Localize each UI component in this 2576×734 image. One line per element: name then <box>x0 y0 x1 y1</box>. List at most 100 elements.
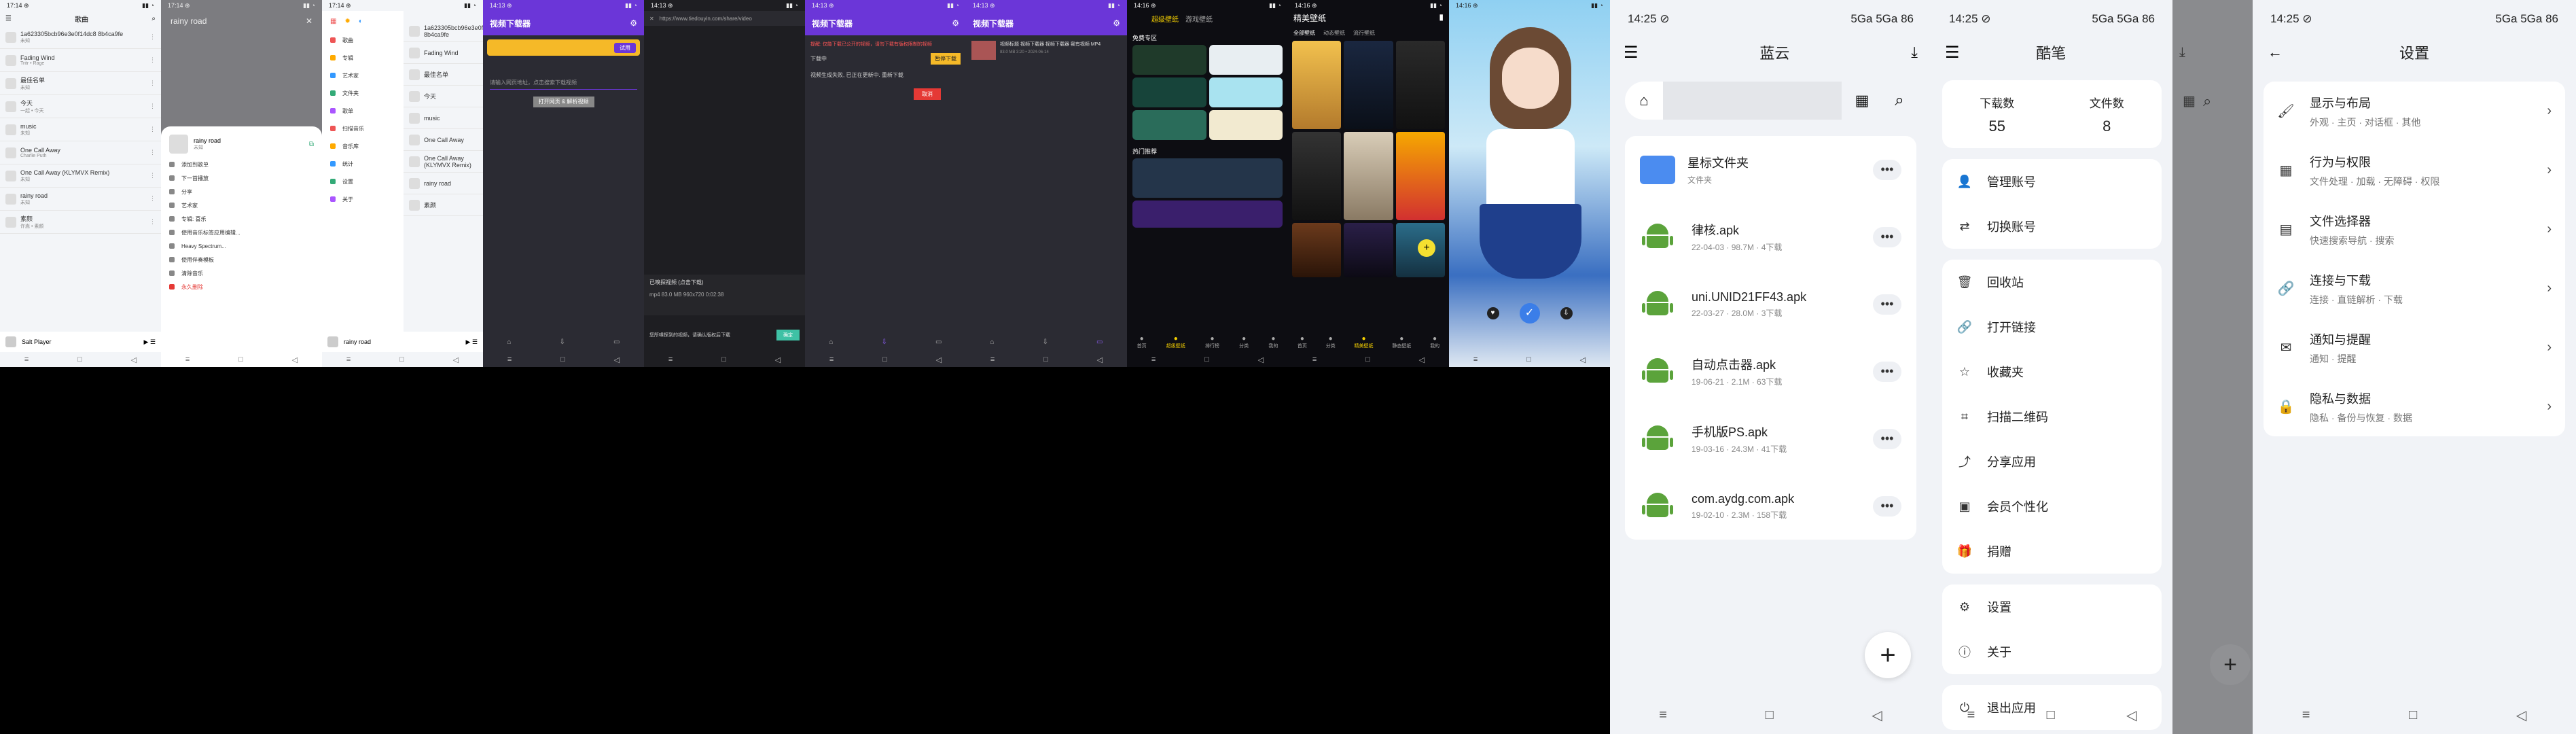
action-item[interactable]: 下一首播放 <box>161 171 322 185</box>
recents-icon[interactable]: ≡ <box>1151 355 1156 364</box>
song-row[interactable]: 1a623305bcb96e3e0f14dc8 8b4ca9fe 未知 ⋮ <box>0 26 161 49</box>
more-icon[interactable]: ⋮ <box>149 218 156 226</box>
action-item[interactable]: Heavy Spectrum... <box>161 239 322 253</box>
drawer-item[interactable]: ⚙ 设置 <box>1942 584 2162 629</box>
song-row[interactable]: Fading Wind <box>404 42 483 64</box>
home-icon[interactable]: □ <box>1526 355 1531 364</box>
home-tab-icon[interactable]: ⌂ <box>507 338 512 346</box>
drawer-item[interactable]: 🔗 打开链接 <box>1942 304 2162 349</box>
song-row[interactable]: 今天 一起 • 今天 ⋮ <box>0 95 161 118</box>
more-icon[interactable]: ••• <box>1873 361 1901 382</box>
recents-icon[interactable]: ≡ <box>346 355 351 364</box>
home-path-icon[interactable]: ⌂ <box>1625 82 1663 120</box>
action-item[interactable]: 清除音乐 <box>161 266 322 280</box>
menu-icon[interactable]: ☰ <box>1945 43 1960 63</box>
recents-icon[interactable]: ≡ <box>668 355 673 364</box>
star-icon[interactable]: ✹ <box>344 18 350 25</box>
home-icon[interactable]: □ <box>1043 355 1048 364</box>
wallpaper-tile[interactable] <box>1292 41 1342 129</box>
gear-icon[interactable]: ⚙ <box>1113 18 1120 28</box>
drawer-item[interactable]: 歌曲 <box>322 31 404 49</box>
song-row[interactable]: 1a623305bcb96e3e0f 8b4ca9fe <box>404 20 483 42</box>
drawer-item[interactable]: 歌单 <box>322 102 404 120</box>
search-icon[interactable]: ⌕ <box>2203 92 2211 110</box>
file-row[interactable]: com.aydg.com.apk 19-02-10 · 2.3M · 158下载 •… <box>1625 472 1916 540</box>
home-icon[interactable]: □ <box>2409 707 2417 723</box>
home-icon[interactable]: □ <box>1766 707 1774 723</box>
settings-item[interactable]: 🔗 连接与下载 连接 · 直链解析 · 下载 › <box>2264 259 2565 318</box>
song-row[interactable]: rainy road <box>404 173 483 194</box>
file-row[interactable]: 自动点击器.apk 19-06-21 · 2.1M · 63下载 ••• <box>1625 338 1916 405</box>
url-input[interactable]: 请输入网页地址，点击搜索下载视频 <box>490 76 637 90</box>
parse-button[interactable]: 打开网页 & 解析视频 <box>533 97 594 107</box>
song-row[interactable]: 今天 <box>404 86 483 107</box>
promo-banner[interactable]: 试用 <box>487 39 640 56</box>
nav-tab[interactable]: ● 精美壁纸 <box>1354 335 1373 349</box>
sniff-item[interactable]: mp4 83.0 MB 960x720 0:02:38 <box>649 292 800 298</box>
grid-view-icon[interactable]: ▦ <box>1842 82 1882 120</box>
home-icon[interactable]: □ <box>238 355 243 364</box>
back-icon[interactable]: ◁ <box>453 355 459 364</box>
back-icon[interactable]: ◁ <box>936 355 942 364</box>
nav-tab[interactable]: ● 首页 <box>1298 335 1307 349</box>
tab-game-wallpaper[interactable]: 游戏壁纸 <box>1185 14 1213 24</box>
gear-icon[interactable]: ⚙ <box>630 18 637 28</box>
recents-icon[interactable]: ≡ <box>2302 707 2310 723</box>
grid-view-icon[interactable]: ▦ <box>2183 92 2196 109</box>
song-row[interactable]: music <box>404 107 483 129</box>
wallpaper-tile[interactable] <box>1209 45 1283 75</box>
song-row[interactable]: One Call Away Charlie Puth ⋮ <box>0 141 161 164</box>
back-icon[interactable]: ◁ <box>775 355 781 364</box>
copy-icon[interactable]: ⧉ <box>309 141 314 148</box>
home-icon[interactable]: □ <box>1365 355 1370 364</box>
mini-player[interactable]: rainy road ▶ ☰ <box>322 332 483 352</box>
more-icon[interactable]: ⋮ <box>149 33 156 41</box>
mini-player[interactable]: Salt Player ▶ ☰ <box>0 332 161 352</box>
song-row[interactable]: 最佳名单 <box>404 64 483 86</box>
nav-tab[interactable]: ● 静态壁纸 <box>1392 335 1411 349</box>
recents-icon[interactable]: ≡ <box>829 355 834 364</box>
drawer-item[interactable]: 设置 <box>322 173 404 190</box>
heart-icon[interactable]: ♥ <box>1486 307 1499 319</box>
wallpaper-tile[interactable] <box>1344 41 1393 129</box>
settings-item[interactable]: ▤ 文件选择器 快速搜索导航 · 搜索 › <box>2264 200 2565 259</box>
more-icon[interactable]: ⋮ <box>149 126 156 133</box>
wallpaper-tile[interactable] <box>1132 200 1283 228</box>
recents-icon[interactable]: ≡ <box>1473 355 1478 364</box>
wallpaper-tile[interactable]: + <box>1395 223 1445 277</box>
download-tab-icon[interactable]: ⇩ <box>560 338 565 346</box>
more-icon[interactable]: ••• <box>1873 159 1901 180</box>
back-icon[interactable]: ◁ <box>131 355 137 364</box>
song-row[interactable]: Fading Wind Tritr • Rage ⋮ <box>0 49 161 72</box>
song-row[interactable]: rainy road 未知 ⋮ <box>0 188 161 211</box>
file-row[interactable]: 手机版PS.apk 19-03-16 · 24.3M · 41下载 ••• <box>1625 405 1916 472</box>
gear-icon[interactable]: ⚙ <box>952 18 959 28</box>
tab-all[interactable]: 全部壁纸 <box>1293 29 1315 37</box>
home-tab-icon[interactable]: ⌂ <box>829 338 834 346</box>
song-row[interactable]: One Call Away (KLYMVX Remix) <box>404 151 483 173</box>
drawer-item[interactable]: 统计 <box>322 155 404 173</box>
nav-tab[interactable]: ● 分类 <box>1326 335 1336 349</box>
add-icon[interactable]: + <box>1418 239 1435 257</box>
star-folder-row[interactable]: 星标文件夹 文件夹 ••• <box>1625 136 1916 203</box>
file-row[interactable]: uni.UNID21FF43.apk 22-03-27 · 28.0M · 3下载… <box>1625 270 1916 338</box>
folder-tab-icon[interactable]: ▭ <box>1096 338 1103 346</box>
more-icon[interactable]: ⋮ <box>149 195 156 203</box>
menu-icon[interactable]: ☰ <box>5 15 12 22</box>
home-icon[interactable]: □ <box>560 355 565 364</box>
close-icon[interactable]: ✕ <box>649 16 654 22</box>
more-icon[interactable]: ⋮ <box>149 172 156 179</box>
drawer-item[interactable]: 艺术家 <box>322 67 404 84</box>
home-tab-icon[interactable]: ⌂ <box>990 338 995 346</box>
pause-button[interactable]: 暂停下载 <box>931 53 961 65</box>
settings-item[interactable]: ▦ 行为与权限 文件处理 · 加载 · 无障碍 · 权限 › <box>2264 141 2565 200</box>
song-row[interactable]: 素颜 <box>404 194 483 216</box>
bookmark-icon[interactable]: ▮ <box>1439 12 1444 24</box>
drawer-item[interactable]: ⓘ 关于 <box>1942 629 2162 674</box>
wallpaper-tile[interactable] <box>1344 132 1393 220</box>
search-icon[interactable]: ⌕ <box>151 15 156 22</box>
more-icon[interactable]: ••• <box>1873 428 1901 449</box>
confirm-button[interactable]: 确定 <box>776 330 800 340</box>
download-icon[interactable]: ⇩ <box>1560 307 1573 319</box>
home-icon[interactable]: □ <box>2047 707 2055 723</box>
